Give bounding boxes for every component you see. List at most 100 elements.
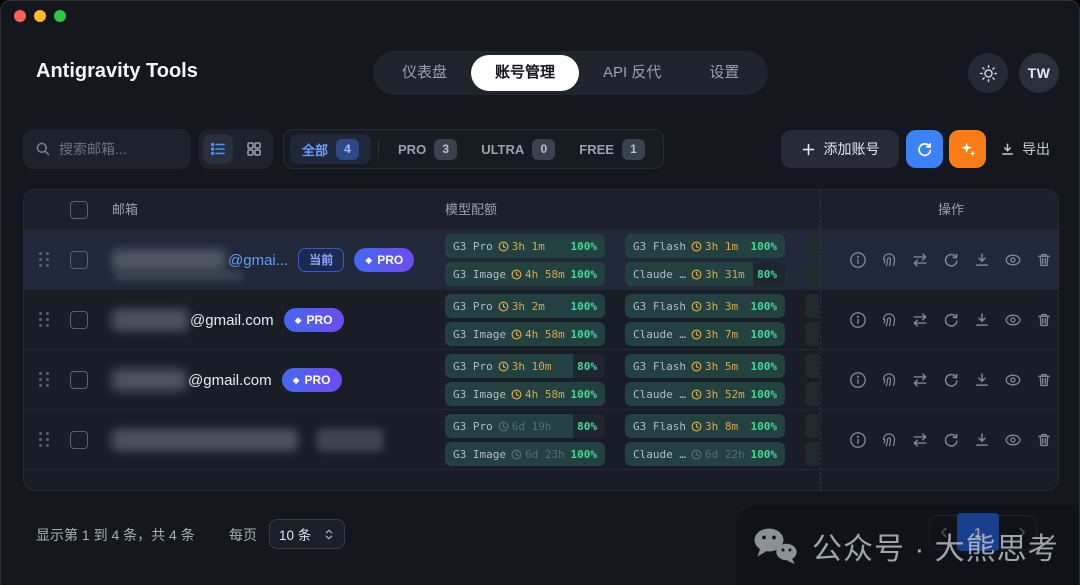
grid-view-button[interactable] bbox=[239, 134, 269, 164]
tab-settings[interactable]: 设置 bbox=[685, 55, 763, 91]
search-icon bbox=[35, 141, 51, 157]
clock-icon bbox=[691, 449, 702, 460]
theme-toggle-button[interactable] bbox=[968, 53, 1008, 93]
trash-icon[interactable] bbox=[1035, 431, 1053, 449]
redacted-email bbox=[112, 309, 188, 331]
quota-chip: G3 Image4h 58m100% bbox=[445, 262, 605, 286]
download-icon[interactable] bbox=[973, 311, 991, 329]
email-text[interactable]: @gmail.com bbox=[190, 312, 274, 329]
trash-icon[interactable] bbox=[1035, 251, 1053, 269]
tab-accounts[interactable]: 账号管理 bbox=[471, 55, 579, 91]
email-text[interactable]: @gmai... bbox=[228, 252, 288, 269]
per-page-select[interactable]: 10 条 bbox=[269, 519, 345, 549]
list-view-button[interactable] bbox=[203, 134, 233, 164]
filter-ultra-count: 0 bbox=[532, 139, 555, 160]
ai-assistant-button[interactable] bbox=[949, 130, 986, 168]
row-checkbox[interactable] bbox=[70, 431, 88, 449]
drag-handle-icon[interactable] bbox=[39, 252, 49, 267]
clipped-chip bbox=[805, 382, 819, 406]
quota-chips: G3 Pro6d 19h80% G3 Image6d 23h100% G3 Fl… bbox=[445, 414, 785, 466]
swap-icon[interactable] bbox=[911, 251, 929, 269]
refresh-icon bbox=[916, 141, 933, 158]
filter-free[interactable]: FREE 1 bbox=[567, 134, 657, 164]
accounts-table: 邮箱 模型配额 操作 @gmai... 当前 ◆PRO G3 Pro3h 1m1… bbox=[23, 189, 1059, 491]
zoom-button[interactable] bbox=[54, 10, 66, 22]
row-actions bbox=[849, 230, 1053, 290]
quota-chip: G3 Flash3h 1m100% bbox=[625, 234, 785, 258]
info-icon[interactable] bbox=[849, 311, 867, 329]
row-checkbox[interactable] bbox=[70, 251, 88, 269]
swap-icon[interactable] bbox=[911, 311, 929, 329]
table-row[interactable]: G3 Pro6d 19h80% G3 Image6d 23h100% G3 Fl… bbox=[24, 410, 1058, 470]
close-button[interactable] bbox=[14, 10, 26, 22]
filter-pro[interactable]: PRO 3 bbox=[386, 134, 469, 164]
refresh-row-icon[interactable] bbox=[942, 251, 960, 269]
download-icon[interactable] bbox=[973, 371, 991, 389]
fingerprint-icon[interactable] bbox=[880, 311, 898, 329]
trash-icon[interactable] bbox=[1035, 311, 1053, 329]
refresh-row-icon[interactable] bbox=[942, 431, 960, 449]
export-button[interactable]: 导出 bbox=[1000, 130, 1050, 168]
clock-icon bbox=[498, 421, 509, 432]
drag-handle-icon[interactable] bbox=[39, 432, 49, 447]
refresh-row-icon[interactable] bbox=[942, 311, 960, 329]
email-text[interactable]: @gmail.com bbox=[188, 372, 272, 389]
info-icon[interactable] bbox=[849, 431, 867, 449]
drag-handle-icon[interactable] bbox=[39, 312, 49, 327]
clipped-chip bbox=[805, 354, 819, 378]
download-icon[interactable] bbox=[973, 251, 991, 269]
download-icon[interactable] bbox=[973, 431, 991, 449]
quota-chip: G3 Image6d 23h100% bbox=[445, 442, 605, 466]
info-icon[interactable] bbox=[849, 251, 867, 269]
fingerprint-icon[interactable] bbox=[880, 371, 898, 389]
per-page-label: 每页 bbox=[229, 525, 257, 545]
swap-icon[interactable] bbox=[911, 371, 929, 389]
quota-chip: G3 Pro6d 19h80% bbox=[445, 414, 605, 438]
export-download-icon bbox=[1000, 142, 1015, 157]
swap-icon[interactable] bbox=[911, 431, 929, 449]
column-header-email: 邮箱 bbox=[112, 190, 138, 230]
fingerprint-icon[interactable] bbox=[880, 431, 898, 449]
minimize-button[interactable] bbox=[34, 10, 46, 22]
tab-api-proxy[interactable]: API 反代 bbox=[579, 55, 685, 91]
refresh-all-button[interactable] bbox=[906, 130, 943, 168]
row-actions bbox=[849, 410, 1053, 470]
row-actions bbox=[849, 350, 1053, 410]
app-window: Antigravity Tools 仪表盘 账号管理 API 反代 设置 TW bbox=[0, 0, 1080, 585]
wechat-icon bbox=[752, 526, 799, 565]
eye-icon[interactable] bbox=[1004, 431, 1022, 449]
drag-handle-icon[interactable] bbox=[39, 372, 49, 387]
clock-icon bbox=[691, 389, 702, 400]
fingerprint-icon[interactable] bbox=[880, 251, 898, 269]
up-down-chevrons-icon bbox=[323, 527, 335, 542]
plus-icon bbox=[801, 142, 816, 157]
column-header-quota: 模型配额 bbox=[445, 190, 497, 230]
table-header-row: 邮箱 模型配额 操作 bbox=[24, 190, 1058, 230]
row-checkbox[interactable] bbox=[70, 311, 88, 329]
list-view-icon bbox=[210, 141, 226, 157]
search-input[interactable] bbox=[59, 141, 179, 157]
clipped-chip bbox=[805, 414, 819, 438]
view-toggle bbox=[199, 129, 273, 169]
table-row[interactable]: @gmai... 当前 ◆PRO G3 Pro3h 1m100% G3 Imag… bbox=[24, 230, 1058, 290]
refresh-row-icon[interactable] bbox=[942, 371, 960, 389]
quota-chip: G3 Flash3h 8m100% bbox=[625, 414, 785, 438]
avatar[interactable]: TW bbox=[1019, 53, 1059, 93]
add-account-button[interactable]: 添加账号 bbox=[781, 130, 899, 168]
eye-icon[interactable] bbox=[1004, 311, 1022, 329]
filter-ultra[interactable]: ULTRA 0 bbox=[469, 134, 567, 164]
clipped-chip bbox=[805, 294, 819, 318]
eye-icon[interactable] bbox=[1004, 251, 1022, 269]
table-row[interactable]: @gmail.com ◆PRO G3 Pro3h 10m80% G3 Image… bbox=[24, 350, 1058, 410]
eye-icon[interactable] bbox=[1004, 371, 1022, 389]
info-icon[interactable] bbox=[849, 371, 867, 389]
filter-all[interactable]: 全部 4 bbox=[290, 134, 371, 164]
quota-chip: Claude …3h 52m100% bbox=[625, 382, 785, 406]
trash-icon[interactable] bbox=[1035, 371, 1053, 389]
row-checkbox[interactable] bbox=[70, 371, 88, 389]
diamond-icon: ◆ bbox=[293, 375, 300, 386]
main-tabs: 仪表盘 账号管理 API 反代 设置 bbox=[373, 51, 768, 95]
tab-dashboard[interactable]: 仪表盘 bbox=[378, 55, 471, 91]
select-all-checkbox[interactable] bbox=[70, 201, 88, 219]
table-row[interactable]: @gmail.com ◆PRO G3 Pro3h 2m100% G3 Image… bbox=[24, 290, 1058, 350]
